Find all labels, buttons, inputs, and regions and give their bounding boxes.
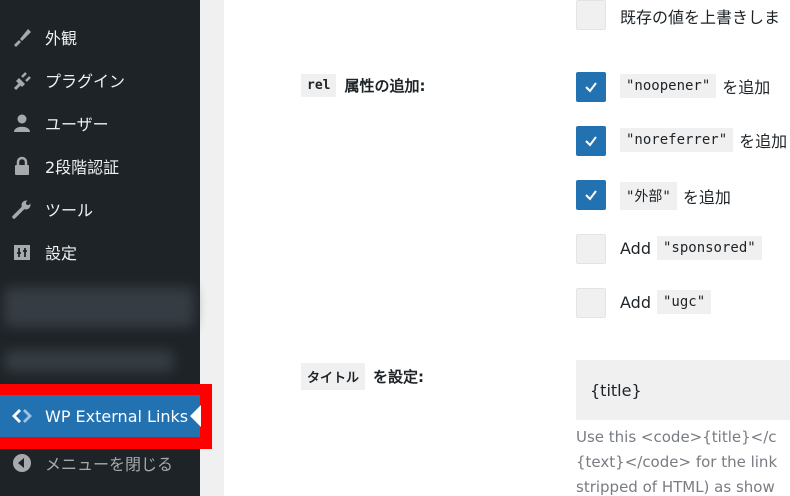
rel-code-chip: rel bbox=[301, 74, 337, 97]
checkmark-icon bbox=[585, 82, 597, 93]
sidebar-item-label: 2段階認証 bbox=[45, 157, 120, 177]
rel-label-text: 属性の追加: bbox=[344, 77, 426, 95]
noopener-checkbox[interactable] bbox=[576, 72, 606, 102]
plugin-icon bbox=[11, 69, 33, 91]
collapse-icon bbox=[11, 452, 33, 474]
paintbrush-icon bbox=[11, 26, 33, 48]
collapse-menu-label: メニューを閉じる bbox=[45, 454, 174, 474]
noreferrer-checkbox[interactable] bbox=[576, 126, 606, 156]
overwrite-checkbox[interactable] bbox=[576, 0, 606, 30]
active-indicator-arrow bbox=[190, 405, 201, 427]
title-help-line: {text}</code> for the link bbox=[576, 453, 778, 471]
sidebar-item-plugins[interactable]: プラグイン bbox=[0, 58, 200, 101]
external-suffix: を追加 bbox=[682, 188, 731, 207]
checkmark-icon bbox=[585, 190, 597, 201]
title-code-chip: タイトル bbox=[301, 363, 366, 390]
sidebar-item-appearance[interactable]: 外観 bbox=[0, 15, 200, 58]
title-input[interactable] bbox=[576, 360, 790, 420]
lock-icon bbox=[11, 155, 33, 177]
title-help-line: stripped of HTML) as show bbox=[576, 478, 775, 496]
noopener-code: "noopener" bbox=[620, 74, 717, 98]
code-arrows-icon bbox=[11, 405, 33, 427]
sponsored-prefix: Add bbox=[620, 238, 651, 258]
sidebar-item-label: WP External Links bbox=[45, 406, 189, 426]
sidebar-item-label: プラグイン bbox=[45, 71, 126, 91]
external-code: "外部" bbox=[620, 182, 677, 210]
sidebar-item-label: ユーザー bbox=[45, 114, 109, 134]
sidebar-item-label: 設定 bbox=[45, 243, 78, 263]
sidebar-item-wp-external-links[interactable]: WP External Links bbox=[0, 395, 200, 437]
title-label-text: を設定: bbox=[373, 368, 425, 386]
noopener-option: "noopener" を追加 bbox=[620, 74, 770, 98]
overwrite-option-label: 既存の値を上書きしま bbox=[620, 4, 780, 28]
external-checkbox[interactable] bbox=[576, 180, 606, 210]
noopener-suffix: を追加 bbox=[722, 78, 771, 97]
sidebar-item-tools[interactable]: ツール bbox=[0, 187, 200, 230]
sidebar-item-users[interactable]: ユーザー bbox=[0, 101, 200, 144]
user-icon bbox=[11, 112, 33, 134]
ugc-code: "ugc" bbox=[656, 290, 712, 314]
collapse-menu-button[interactable]: メニューを閉じる bbox=[0, 441, 200, 484]
checkmark-icon bbox=[585, 136, 597, 147]
ugc-option: Add "ugc" bbox=[620, 290, 717, 314]
noreferrer-code: "noreferrer" bbox=[620, 128, 734, 152]
sidebar-item-label: 外観 bbox=[45, 28, 78, 48]
settings-icon bbox=[11, 241, 33, 263]
ugc-checkbox[interactable] bbox=[576, 288, 606, 318]
external-option: "外部" を追加 bbox=[620, 182, 731, 210]
blurred-menu-item bbox=[4, 350, 174, 372]
noreferrer-option: "noreferrer" を追加 bbox=[620, 128, 787, 152]
blurred-menu-item bbox=[4, 287, 194, 327]
sidebar-item-two-factor[interactable]: 2段階認証 bbox=[0, 144, 200, 187]
sponsored-option: Add "sponsored" bbox=[620, 236, 768, 260]
sponsored-code: "sponsored" bbox=[656, 236, 762, 260]
wrench-icon bbox=[11, 198, 33, 220]
sponsored-checkbox[interactable] bbox=[576, 234, 606, 264]
title-help-line: Use this <code>{title}</c bbox=[576, 428, 777, 446]
noreferrer-suffix: を追加 bbox=[739, 132, 788, 151]
ugc-prefix: Add bbox=[620, 292, 651, 312]
rel-field-label: rel 属性の追加: bbox=[301, 74, 425, 97]
title-field-label: タイトル を設定: bbox=[301, 363, 424, 390]
sidebar-item-settings[interactable]: 設定 bbox=[0, 230, 200, 273]
overwrite-option-text: 既存の値を上書きしま bbox=[620, 8, 781, 27]
sidebar-item-label: ツール bbox=[45, 200, 94, 220]
